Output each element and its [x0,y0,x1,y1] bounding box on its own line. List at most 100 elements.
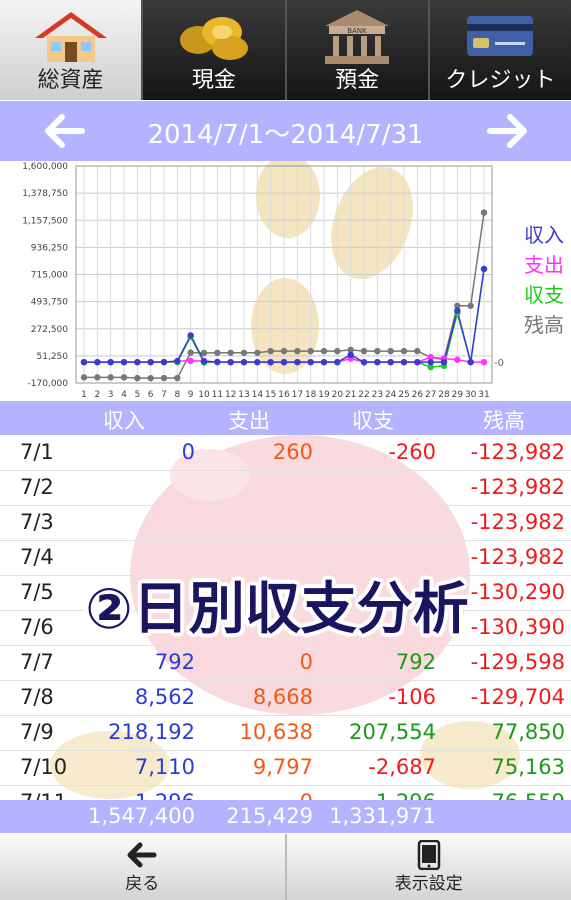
x-tick-label: 21 [345,390,356,400]
header-balance: 収支 [352,409,394,433]
display-settings-button[interactable]: 表示設定 [286,834,571,900]
total-balance: 1,331,971 [329,804,436,828]
tab-label: 現金 [191,68,236,93]
tab-credit[interactable]: クレジット [429,0,571,100]
x-tick-label: 15 [265,390,276,400]
data-point [414,347,421,355]
row-expense: 8,668 [252,685,313,709]
tab-deposit[interactable]: BANK 預金 [286,0,430,100]
bottom-bar: 戻る 表示設定 [0,834,571,900]
legend-income: 収入 [524,223,564,247]
legend-balance: 収支 [524,283,564,307]
row-date: 7/7 [20,650,54,674]
y-tick-label: -170,000 [28,379,69,389]
header-remaining: 残高 [483,409,525,433]
data-point [280,347,288,355]
feature-title: ②日別収支分析 [85,577,469,642]
feature-title-overlay: ②日別収支分析 [45,567,509,653]
x-tick-label: 26 [412,390,424,400]
data-point [360,347,368,355]
settings-label: 表示設定 [394,874,463,894]
data-point [227,349,234,356]
totals-row: 1,547,400 215,429 1,331,971 [0,800,571,833]
row-income: 218,192 [108,720,195,744]
x-tick-label: 1 [81,390,87,400]
data-point [400,358,408,366]
table-row[interactable]: 7/2 -123,982 [0,470,571,506]
x-tick-label: 23 [372,390,383,400]
data-point [454,356,461,363]
zero-tick-label: -0 [494,358,504,369]
y-tick-label: 1,378,750 [22,189,68,199]
data-point [147,374,154,382]
arrow-left-icon [127,842,157,868]
x-tick-label: 9 [188,390,194,400]
row-expense: 260 [272,440,313,464]
y-tick-label: 51,250 [37,352,69,362]
row-income: 0 [181,440,195,464]
legend-remaining: 残高 [524,313,564,337]
header-expense: 支出 [228,409,270,433]
data-point [94,374,101,381]
data-point [107,374,114,381]
table-row[interactable]: 7/3 -123,982 [0,505,571,541]
row-date: 7/2 [20,475,54,499]
total-expense: 215,429 [226,804,313,828]
x-tick-label: 13 [238,390,249,400]
data-point [467,358,474,366]
data-point [320,358,328,366]
data-point [187,332,194,339]
x-tick-label: 29 [452,390,464,400]
bank-icon: BANK [325,10,390,64]
y-tick-label: 715,000 [31,271,68,281]
x-tick-label: 18 [305,390,317,400]
table-row[interactable]: 7/10 7,110 9,797 -2,687 75,163 [0,750,571,786]
x-tick-label: 8 [174,390,180,400]
table-row[interactable]: 7/9 218,192 10,638 207,554 77,850 [0,715,571,751]
table-row[interactable]: 7/1 0 260 -260 -123,982 [0,435,571,471]
data-point [334,347,341,355]
data-point [307,347,314,355]
row-date: 7/10 [20,755,68,779]
tab-total-assets[interactable]: 総資産 [0,0,144,100]
row-expense: 0 [300,790,313,800]
tab-label: クレジット [445,68,556,93]
data-point [107,358,114,366]
data-point [480,265,488,273]
data-point [240,349,248,356]
data-point [387,358,394,366]
tab-label: 総資産 [37,68,104,93]
chart-legend: 収入 支出 収支 残高 [524,223,564,337]
x-tick-label: 7 [161,390,167,400]
row-date: 7/4 [20,545,54,569]
x-tick-label: 17 [292,390,303,400]
data-point [294,358,301,366]
row-remaining: -123,982 [470,545,565,569]
row-date: 7/8 [20,685,54,709]
data-point [214,349,221,356]
row-income: 1,296 [135,790,195,800]
row-expense: 9,797 [252,755,313,779]
x-tick-label: 20 [332,390,344,400]
x-tick-label: 30 [465,390,477,400]
data-point [387,347,394,355]
data-point [480,358,488,366]
data-point [307,358,314,366]
data-point [200,349,208,357]
row-income: 792 [154,650,195,674]
tab-cash[interactable]: 現金 [143,0,287,100]
house-icon [34,12,107,62]
x-tick-label: 10 [198,390,210,400]
data-point [467,302,474,309]
table-row[interactable]: 7/11 1,296 0 1,296 76,559 [0,785,571,800]
data-point [254,349,261,356]
table-row[interactable]: 7/8 8,562 8,668 -106 -129,704 [0,680,571,716]
arrow-right-icon[interactable] [486,109,530,153]
credit-card-icon [467,16,534,56]
x-tick-label: 11 [212,390,223,400]
data-point [347,351,354,359]
back-button[interactable]: 戻る [0,834,287,900]
x-tick-label: 12 [225,390,236,400]
row-date: 7/11 [20,790,67,800]
data-point [480,209,488,216]
